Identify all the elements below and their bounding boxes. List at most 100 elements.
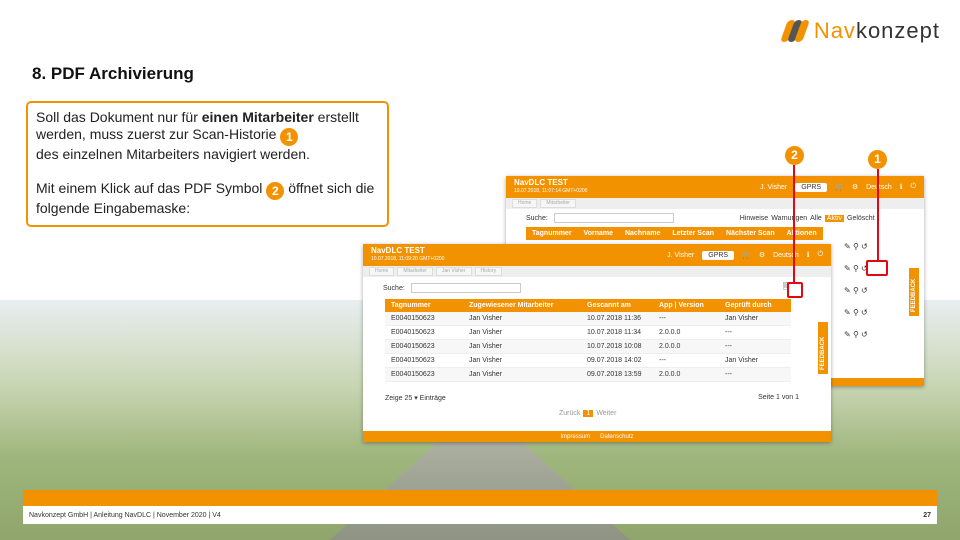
edit-icon[interactable]: ✎ — [844, 242, 851, 251]
filter-all[interactable]: Alle — [810, 215, 822, 222]
feedback-tab[interactable]: FEEDBACK — [818, 322, 828, 374]
history-icon-highlight — [866, 260, 888, 276]
edit-icon[interactable]: ✎ — [844, 308, 851, 317]
search-input[interactable] — [410, 283, 521, 293]
pdf-icon-highlight — [787, 282, 803, 298]
page-size-control: Zeige 25 ▾ Einträge — [385, 395, 446, 402]
action-row: ✎ ⚲ ↺ — [844, 302, 904, 324]
breadcrumb-home[interactable]: Home — [369, 267, 395, 276]
page-title: 8. PDF Archivierung — [32, 64, 194, 83]
instruction-paragraph-2: Mit einem Klick auf das PDF Symbol 2 öff… — [36, 180, 375, 216]
col-nachname[interactable]: Nachname — [618, 227, 667, 240]
history-icon[interactable]: ↺ — [861, 286, 868, 295]
col-app-version[interactable]: App | Version — [653, 299, 719, 312]
logo-text: Navkonzept — [813, 18, 940, 43]
power-icon[interactable]: ⏻ — [910, 183, 916, 191]
breadcrumb-history[interactable]: History — [474, 267, 503, 276]
table-row[interactable]: E0040150623 Jan Visher 09.07.2018 13:59 2.0… — [385, 367, 791, 382]
slide-bottom-bar — [23, 490, 937, 506]
next-button[interactable]: Weiter — [596, 410, 616, 417]
footer-link-impressum[interactable]: Impressum — [560, 434, 590, 440]
person-icon[interactable]: ⚲ — [853, 242, 859, 251]
info-icon[interactable]: ℹ — [807, 251, 810, 259]
filter-active[interactable]: Aktiv — [824, 214, 844, 222]
info-icon[interactable]: ℹ — [900, 183, 903, 191]
search-label: Suche: — [383, 284, 405, 292]
cart-icon[interactable]: 🛒 — [835, 183, 844, 191]
breadcrumb-employees[interactable]: Mitarbeiter — [540, 199, 576, 208]
step-badge-1: 1 — [280, 128, 299, 146]
table-row[interactable]: E0040150623 Jan Visher 10.07.2018 10:08 2.0… — [385, 339, 791, 354]
gear-icon[interactable]: ⚙ — [852, 183, 858, 191]
history-table: Tagnummer Zugewiesener Mitarbeiter Gesca… — [385, 299, 791, 382]
col-aktionen: Aktionen — [780, 227, 823, 240]
search-label: Suche: — [526, 214, 548, 222]
breadcrumb: Home Mitarbeiter — [506, 198, 924, 209]
callout-1: 1 — [868, 150, 887, 169]
person-icon[interactable]: ⚲ — [853, 308, 859, 317]
col-vorname[interactable]: Vorname — [577, 227, 619, 240]
breadcrumb-employees[interactable]: Mitarbeiter — [397, 267, 433, 276]
breadcrumb-employee[interactable]: Jan Visher — [435, 267, 472, 276]
app-brand: NavDLC TEST 10.07.2018, 11:09:20 GMT+0200 — [371, 246, 445, 263]
page-button-1[interactable]: 1 — [583, 410, 594, 417]
col-tagnummer[interactable]: Tagnummer — [385, 299, 463, 312]
history-icon[interactable]: ↺ — [861, 242, 868, 251]
callout-2: 2 — [785, 146, 804, 165]
breadcrumb: Home Mitarbeiter Jan Visher History — [363, 266, 831, 277]
filter-hints[interactable]: Hinweise — [740, 215, 768, 222]
slide-footer: Navkonzept GmbH | Anleitung NavDLC | Nov… — [23, 506, 937, 524]
table-row[interactable]: E0040150623 Jan Visher 10.07.2018 11:34 2.0… — [385, 325, 791, 340]
table-row[interactable]: E0040150623 Jan Visher 09.07.2018 14:02 ---… — [385, 353, 791, 368]
edit-icon[interactable]: ✎ — [844, 264, 851, 273]
instruction-box: Soll das Dokument nur für einen Mitarbei… — [26, 101, 389, 227]
network-select[interactable]: GPRS — [702, 250, 735, 260]
history-icon[interactable]: ↺ — [861, 330, 868, 339]
edit-icon[interactable]: ✎ — [844, 330, 851, 339]
person-icon[interactable]: ⚲ — [853, 330, 859, 339]
power-icon[interactable]: ⏻ — [817, 251, 823, 259]
prev-button[interactable]: Zurück — [559, 410, 580, 417]
filter-deleted[interactable]: Gelöscht — [847, 215, 875, 222]
footer-text: Navkonzept GmbH | Anleitung NavDLC | Nov… — [29, 511, 221, 519]
breadcrumb-home[interactable]: Home — [512, 199, 538, 208]
feedback-tab[interactable]: FEEDBACK — [909, 268, 919, 316]
page-size-select[interactable]: 25 — [404, 395, 412, 402]
page-info: Seite 1 von 1 — [758, 394, 799, 401]
history-icon[interactable]: ↺ — [861, 308, 868, 317]
instruction-paragraph-1: Soll das Dokument nur für einen Mitarbei… — [36, 109, 359, 162]
history-screenshot: NavDLC TEST 10.07.2018, 11:09:20 GMT+0200… — [363, 244, 831, 442]
pagination: Zurück 1 Weiter — [559, 410, 616, 417]
cart-icon[interactable]: 🛒 — [742, 251, 751, 259]
col-letzter-scan[interactable]: Letzter Scan — [666, 227, 721, 240]
network-select[interactable]: GPRS — [795, 182, 828, 192]
callout-1-line — [877, 169, 879, 261]
step-badge-2: 2 — [266, 182, 285, 200]
app-header: NavDLC TEST 10.07.2018, 11:09:20 GMT+0200… — [363, 244, 831, 266]
col-mitarbeiter[interactable]: Zugewiesener Mitarbeiter — [463, 299, 581, 312]
user-menu[interactable]: J. Visher — [667, 252, 694, 259]
app-brand: NavDLC TEST 10.07.2018, 11:07:14 GMT+0200 — [514, 178, 588, 195]
gear-icon[interactable]: ⚙ — [759, 251, 765, 259]
user-menu[interactable]: J. Visher — [760, 184, 787, 191]
navkonzept-logo: Navkonzept — [779, 18, 940, 44]
table-row[interactable]: E0040150623 Jan Visher 10.07.2018 11:36 ---… — [385, 312, 791, 326]
search-input[interactable] — [553, 213, 674, 223]
app-header: NavDLC TEST 10.07.2018, 11:07:14 GMT+0200… — [506, 176, 924, 198]
edit-icon[interactable]: ✎ — [844, 286, 851, 295]
action-row: ✎ ⚲ ↺ — [844, 236, 904, 258]
footer-link-datenschutz[interactable]: Datenschutz — [600, 434, 633, 440]
table-header: Tagnummer Zugewiesener Mitarbeiter Gesca… — [385, 299, 791, 312]
person-icon[interactable]: ⚲ — [853, 286, 859, 295]
filter-warnings[interactable]: Warnungen — [771, 215, 807, 222]
page-number: 27 — [923, 511, 931, 519]
col-gescannt-am[interactable]: Gescannt am — [581, 299, 653, 312]
logo-mark-icon — [779, 20, 810, 42]
col-tagnummer[interactable]: Tagnummer — [526, 227, 578, 240]
col-naechster-scan[interactable]: Nächster Scan — [720, 227, 781, 240]
action-icons-column: ✎ ⚲ ↺ ✎ ⚲ ↺ ✎ ⚲ ↺ ✎ ⚲ ↺ ✎ ⚲ ↺ — [844, 236, 904, 346]
action-row: ✎ ⚲ ↺ — [844, 324, 904, 346]
person-icon[interactable]: ⚲ — [853, 264, 859, 273]
col-geprueft-durch[interactable]: Geprüft durch — [719, 299, 791, 312]
action-row: ✎ ⚲ ↺ — [844, 280, 904, 302]
